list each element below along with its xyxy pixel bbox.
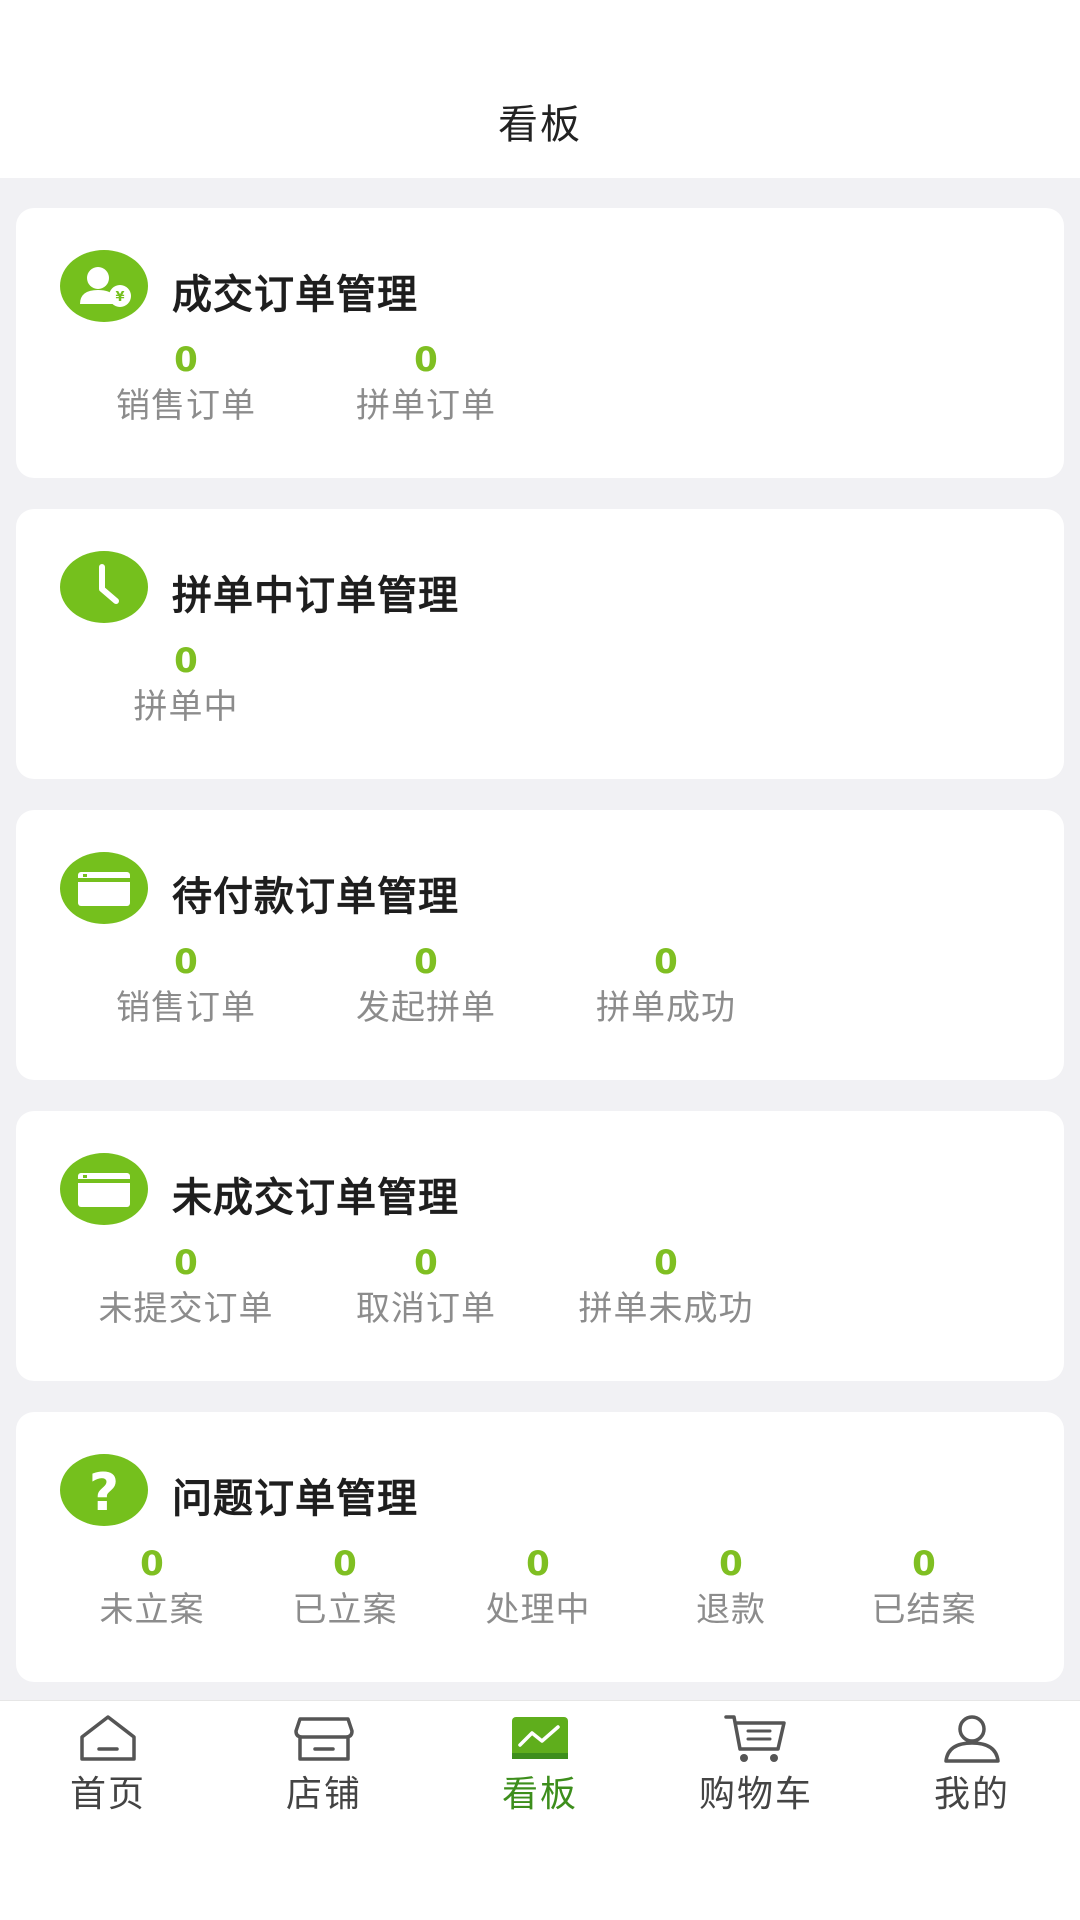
stat-value: 0 [333, 1544, 357, 1584]
stat-label: 退款 [696, 1590, 766, 1630]
top-bar: 看板 [0, 0, 1080, 178]
stat-group-failed[interactable]: 0 拼单未成功 [556, 1241, 776, 1333]
stat-label: 拼单未成功 [578, 1289, 754, 1329]
store-icon [288, 1711, 360, 1769]
stat-label: 拼单订单 [356, 386, 496, 426]
stat-label: 销售订单 [116, 988, 256, 1028]
tab-store[interactable]: 店铺 [216, 1701, 432, 1821]
tab-profile[interactable]: 我的 [864, 1701, 1080, 1821]
stat-label: 处理中 [485, 1590, 591, 1630]
stat-value: 0 [526, 1544, 550, 1584]
cart-icon [720, 1711, 792, 1769]
stat-value: 0 [719, 1544, 743, 1584]
stat-label: 未立案 [99, 1590, 205, 1630]
stat-value: 0 [654, 942, 678, 982]
bottom-tab-bar: 首页 店铺 看板 购物车 我的 [0, 1700, 1080, 1821]
stat-label: 拼单成功 [596, 988, 736, 1028]
tab-home[interactable]: 首页 [0, 1701, 216, 1821]
svg-text:?: ? [89, 1463, 119, 1523]
user-coin-icon: ¥ [60, 250, 148, 322]
card-closed-orders[interactable]: ¥ 成交订单管理 0 销售订单 0 拼单订单 [16, 208, 1064, 478]
stat-start-group[interactable]: 0 发起拼单 [316, 940, 536, 1032]
stat-closed[interactable]: 0 已结案 [824, 1542, 1024, 1634]
svg-text:¥: ¥ [115, 290, 124, 305]
card-icon [60, 852, 148, 924]
stat-label: 拼单中 [133, 687, 239, 727]
tab-label: 看板 [501, 1774, 578, 1815]
stat-group-success[interactable]: 0 拼单成功 [556, 940, 776, 1032]
stat-value: 0 [414, 340, 438, 380]
tab-label: 我的 [933, 1774, 1010, 1815]
stat-value: 0 [414, 942, 438, 982]
card-grouping-orders[interactable]: 拼单中订单管理 0 拼单中 [16, 509, 1064, 779]
bottom-safe-area [0, 1821, 1080, 1920]
stat-label: 未提交订单 [98, 1289, 274, 1329]
stat-label: 销售订单 [116, 386, 256, 426]
card-problem-orders[interactable]: ? 问题订单管理 0 未立案 0 已立案 0 处理中 0 退款 0 已结案 [16, 1412, 1064, 1682]
stat-sales-orders[interactable]: 0 销售订单 [76, 338, 296, 430]
stat-label: 取消订单 [356, 1289, 496, 1329]
stat-grouping[interactable]: 0 拼单中 [76, 639, 296, 731]
stat-unsubmitted[interactable]: 0 未提交订单 [76, 1241, 296, 1333]
stat-value: 0 [174, 340, 198, 380]
card-title: 未成交订单管理 [172, 1175, 459, 1221]
stat-label: 已立案 [292, 1590, 398, 1630]
tab-label: 首页 [69, 1774, 146, 1815]
profile-icon [936, 1711, 1008, 1769]
stat-value: 0 [174, 641, 198, 681]
tab-label: 购物车 [698, 1774, 813, 1815]
stat-sales-orders[interactable]: 0 销售订单 [76, 940, 296, 1032]
stat-processing[interactable]: 0 处理中 [438, 1542, 638, 1634]
stat-value: 0 [414, 1243, 438, 1283]
stat-group-orders[interactable]: 0 拼单订单 [316, 338, 536, 430]
card-title: 待付款订单管理 [172, 874, 459, 920]
stat-label: 发起拼单 [356, 988, 496, 1028]
tab-label: 店铺 [285, 1774, 362, 1815]
stat-not-filed[interactable]: 0 未立案 [52, 1542, 252, 1634]
dashboard-icon [504, 1711, 576, 1769]
home-icon [72, 1711, 144, 1769]
stat-cancelled[interactable]: 0 取消订单 [316, 1241, 536, 1333]
stat-value: 0 [912, 1544, 936, 1584]
stat-value: 0 [140, 1544, 164, 1584]
stat-label: 已结案 [871, 1590, 977, 1630]
tab-cart[interactable]: 购物车 [648, 1701, 864, 1821]
card-icon [60, 1153, 148, 1225]
card-unclosed-orders[interactable]: 未成交订单管理 0 未提交订单 0 取消订单 0 拼单未成功 [16, 1111, 1064, 1381]
stat-value: 0 [654, 1243, 678, 1283]
stat-value: 0 [174, 1243, 198, 1283]
tab-dashboard[interactable]: 看板 [432, 1701, 648, 1821]
card-title: 拼单中订单管理 [172, 573, 459, 619]
stat-value: 0 [174, 942, 198, 982]
card-title: 问题订单管理 [172, 1476, 418, 1522]
clock-icon [60, 551, 148, 623]
stat-refund[interactable]: 0 退款 [631, 1542, 831, 1634]
card-pending-payment[interactable]: 待付款订单管理 0 销售订单 0 发起拼单 0 拼单成功 [16, 810, 1064, 1080]
stat-filed[interactable]: 0 已立案 [245, 1542, 445, 1634]
card-title: 成交订单管理 [172, 272, 418, 318]
question-icon: ? [60, 1454, 148, 1526]
page-title: 看板 [498, 102, 582, 148]
